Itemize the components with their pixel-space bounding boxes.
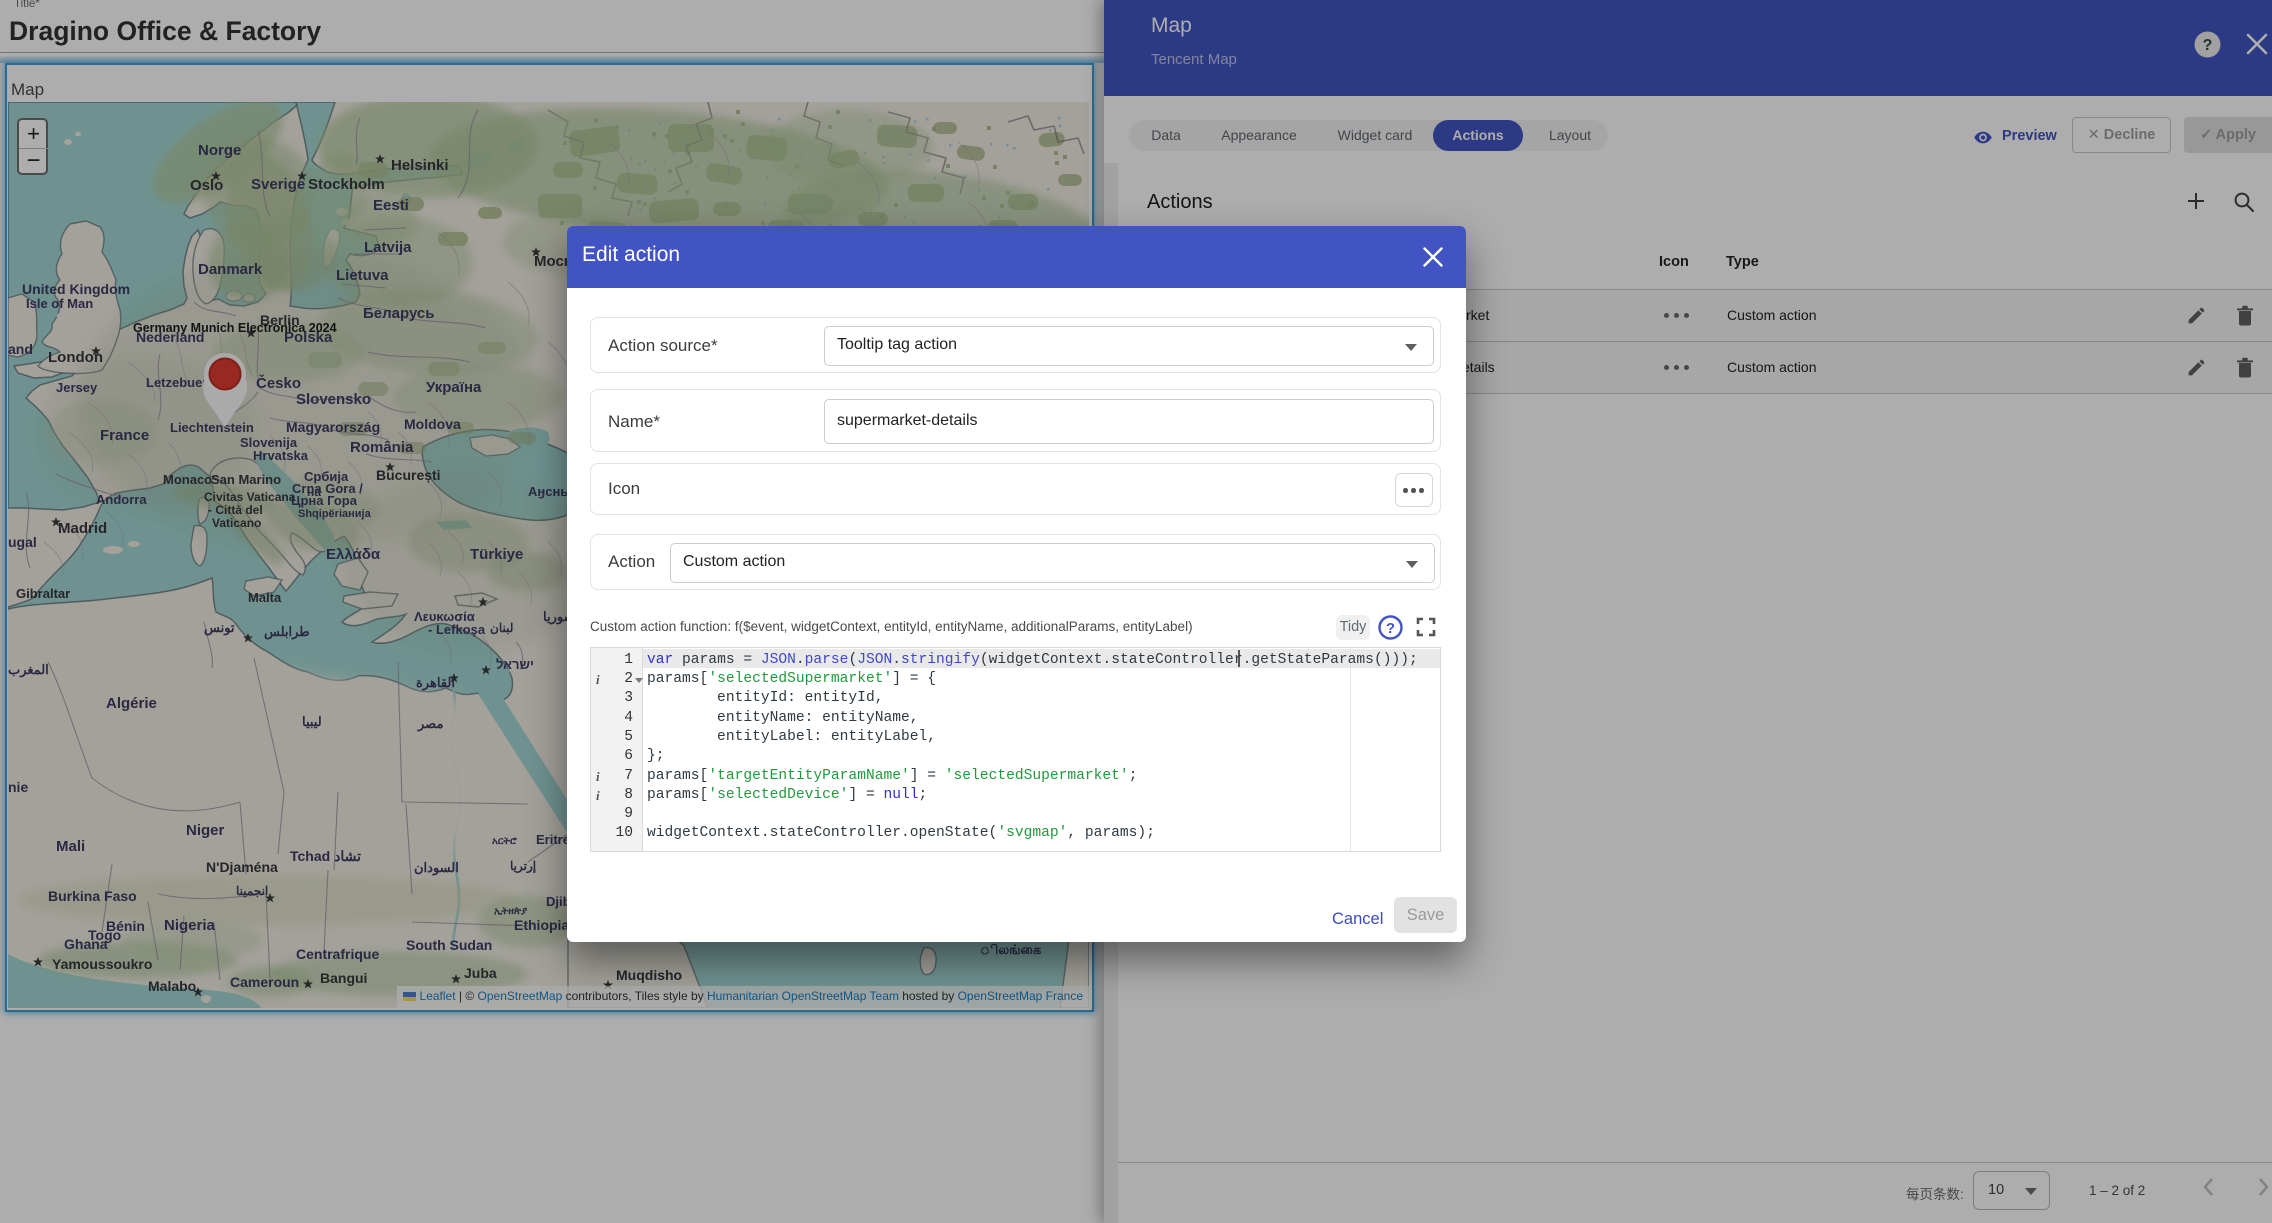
svg-text:?: ?	[1386, 620, 1395, 637]
